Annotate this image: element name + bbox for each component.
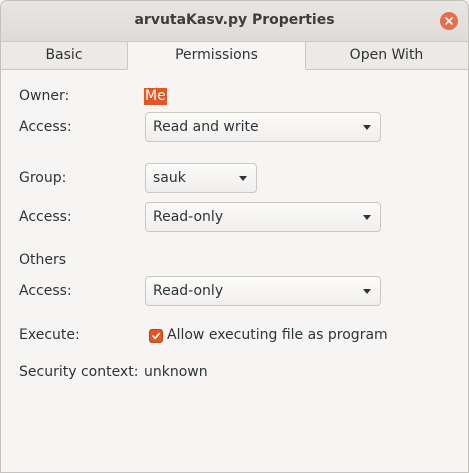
execute-checkbox-label[interactable]: Allow executing file as program (167, 327, 388, 343)
owner-access-label: Access: (19, 119, 72, 135)
group-dropdown[interactable]: sauk (145, 163, 257, 193)
owner-label: Owner: (19, 88, 70, 104)
others-access-dropdown[interactable]: Read-only (145, 276, 381, 306)
group-access-dropdown[interactable]: Read-only (145, 202, 381, 232)
window-title: arvutaKasv.py Properties (134, 12, 335, 28)
group-label: Group: (19, 170, 67, 186)
tab-basic[interactable]: Basic (1, 42, 128, 69)
execute-checkbox[interactable] (149, 329, 163, 343)
group-access-label: Access: (19, 209, 72, 225)
tab-bar: Basic Permissions Open With (1, 42, 468, 70)
tab-permissions[interactable]: Permissions (127, 42, 306, 70)
others-access-label: Access: (19, 283, 72, 299)
tab-open-with[interactable]: Open With (305, 42, 468, 69)
others-access-value: Read-only (153, 283, 224, 299)
close-icon (445, 17, 453, 25)
checkmark-icon (152, 332, 161, 340)
close-button[interactable] (440, 12, 458, 30)
security-context-label: Security context: (19, 364, 139, 380)
security-context-value: unknown (144, 364, 208, 380)
chevron-down-icon (363, 215, 371, 220)
owner-access-dropdown[interactable]: Read and write (145, 112, 381, 142)
group-access-value: Read-only (153, 209, 224, 225)
chevron-down-icon (239, 176, 247, 181)
title-bar: arvutaKasv.py Properties (1, 1, 468, 42)
others-label: Others (19, 252, 67, 268)
execute-label: Execute: (19, 327, 80, 343)
group-value: sauk (153, 170, 186, 186)
owner-access-value: Read and write (153, 119, 259, 135)
chevron-down-icon (363, 289, 371, 294)
properties-window: arvutaKasv.py Properties Basic Permissio… (0, 0, 469, 473)
chevron-down-icon (363, 125, 371, 130)
owner-value: Me (144, 88, 167, 105)
